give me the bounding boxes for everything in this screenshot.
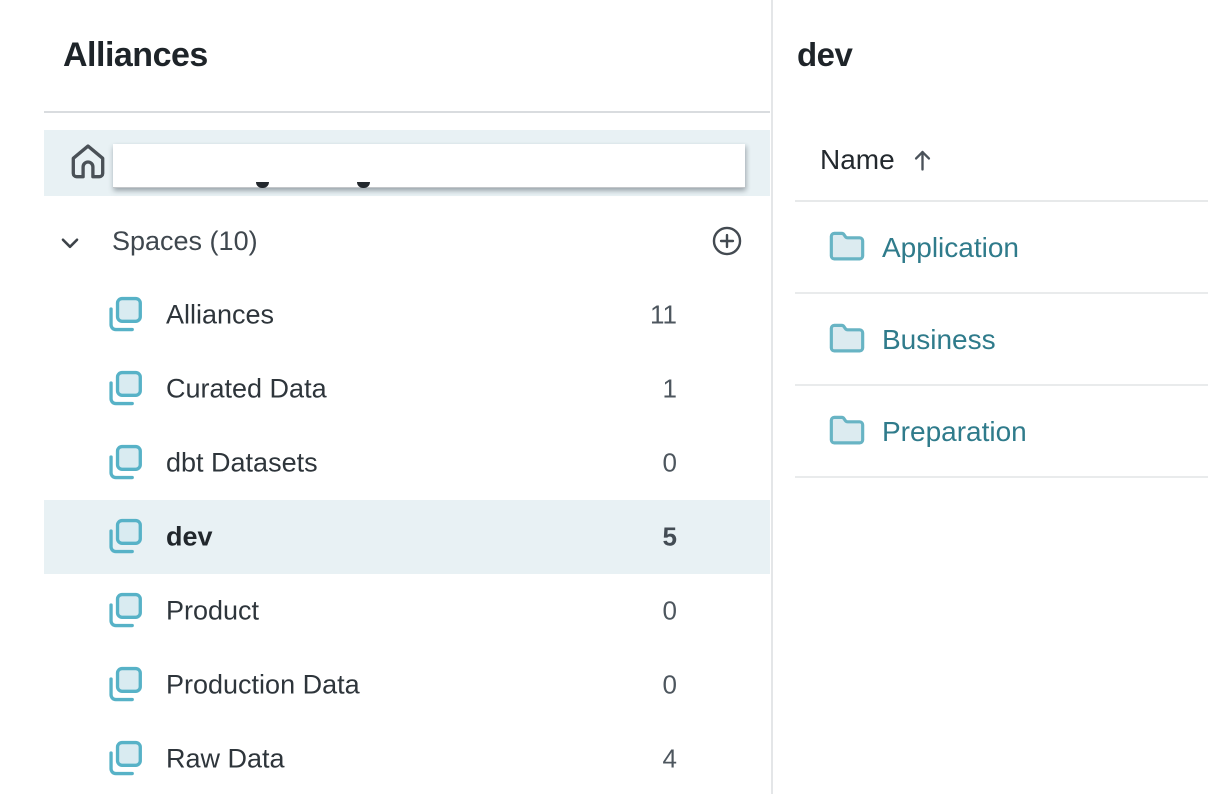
space-name: Curated Data <box>166 374 327 405</box>
space-name: Alliances <box>166 300 274 331</box>
name-column-header[interactable]: Name <box>820 142 936 178</box>
add-space-button[interactable] <box>710 224 744 258</box>
space-icon <box>103 442 145 484</box>
sidebar-space-row[interactable]: Raw Data 4 <box>44 722 770 796</box>
folder-row[interactable]: Application <box>773 202 1208 294</box>
space-count: 0 <box>663 670 677 701</box>
space-name: Product <box>166 596 259 627</box>
sidebar-header-divider <box>44 111 770 113</box>
space-count: 4 <box>663 744 677 775</box>
space-count: 0 <box>663 448 677 479</box>
spaces-section-header[interactable]: Spaces (10) <box>44 222 770 262</box>
folder-name-link[interactable]: Business <box>882 324 996 356</box>
folder-row[interactable]: Business <box>773 294 1208 386</box>
sidebar-space-row[interactable]: dev 5 <box>44 500 770 574</box>
name-header-label: Name <box>820 144 895 176</box>
sidebar-space-row[interactable]: Curated Data 1 <box>44 352 770 426</box>
space-icon <box>103 738 145 780</box>
space-icon <box>103 664 145 706</box>
app-root: Alliances Spaces (10) <box>0 0 1208 794</box>
sidebar-space-row[interactable]: Alliances 11 <box>44 278 770 352</box>
folder-row[interactable]: Preparation <box>773 386 1208 478</box>
sidebar: Alliances Spaces (10) <box>0 0 771 794</box>
folder-name-link[interactable]: Application <box>882 232 1019 264</box>
content-panel: dev Name Application Business <box>773 0 1208 794</box>
folder-icon <box>828 228 866 266</box>
space-icon <box>103 516 145 558</box>
home-row[interactable] <box>44 130 770 196</box>
sidebar-space-row[interactable]: Production Data 0 <box>44 648 770 722</box>
home-icon <box>67 141 109 185</box>
space-icon <box>103 294 145 336</box>
folder-list: Application Business Preparation <box>773 200 1208 478</box>
sidebar-space-row[interactable]: Product 0 <box>44 574 770 648</box>
plus-circle-icon <box>710 224 744 258</box>
spaces-header-label: Spaces (10) <box>112 226 258 257</box>
folder-name-link[interactable]: Preparation <box>882 416 1027 448</box>
space-name: dev <box>166 522 213 553</box>
space-count: 1 <box>663 374 677 405</box>
space-name: Raw Data <box>166 744 285 775</box>
space-icon <box>103 368 145 410</box>
spaces-list: Alliances 11 Curated Data 1 dbt Datasets… <box>44 278 770 796</box>
folder-icon <box>828 320 866 358</box>
space-name: dbt Datasets <box>166 448 318 479</box>
chevron-down-icon[interactable] <box>57 230 83 256</box>
space-count: 5 <box>663 522 677 553</box>
sidebar-title: Alliances <box>63 36 208 75</box>
folder-icon <box>828 412 866 450</box>
space-name: Production Data <box>166 670 360 701</box>
space-count: 0 <box>663 596 677 627</box>
panel-title: dev <box>797 36 852 74</box>
space-count: 11 <box>650 300 677 331</box>
sort-ascending-icon <box>909 147 936 174</box>
redaction-overlay <box>113 144 745 188</box>
sidebar-space-row[interactable]: dbt Datasets 0 <box>44 426 770 500</box>
space-icon <box>103 590 145 632</box>
